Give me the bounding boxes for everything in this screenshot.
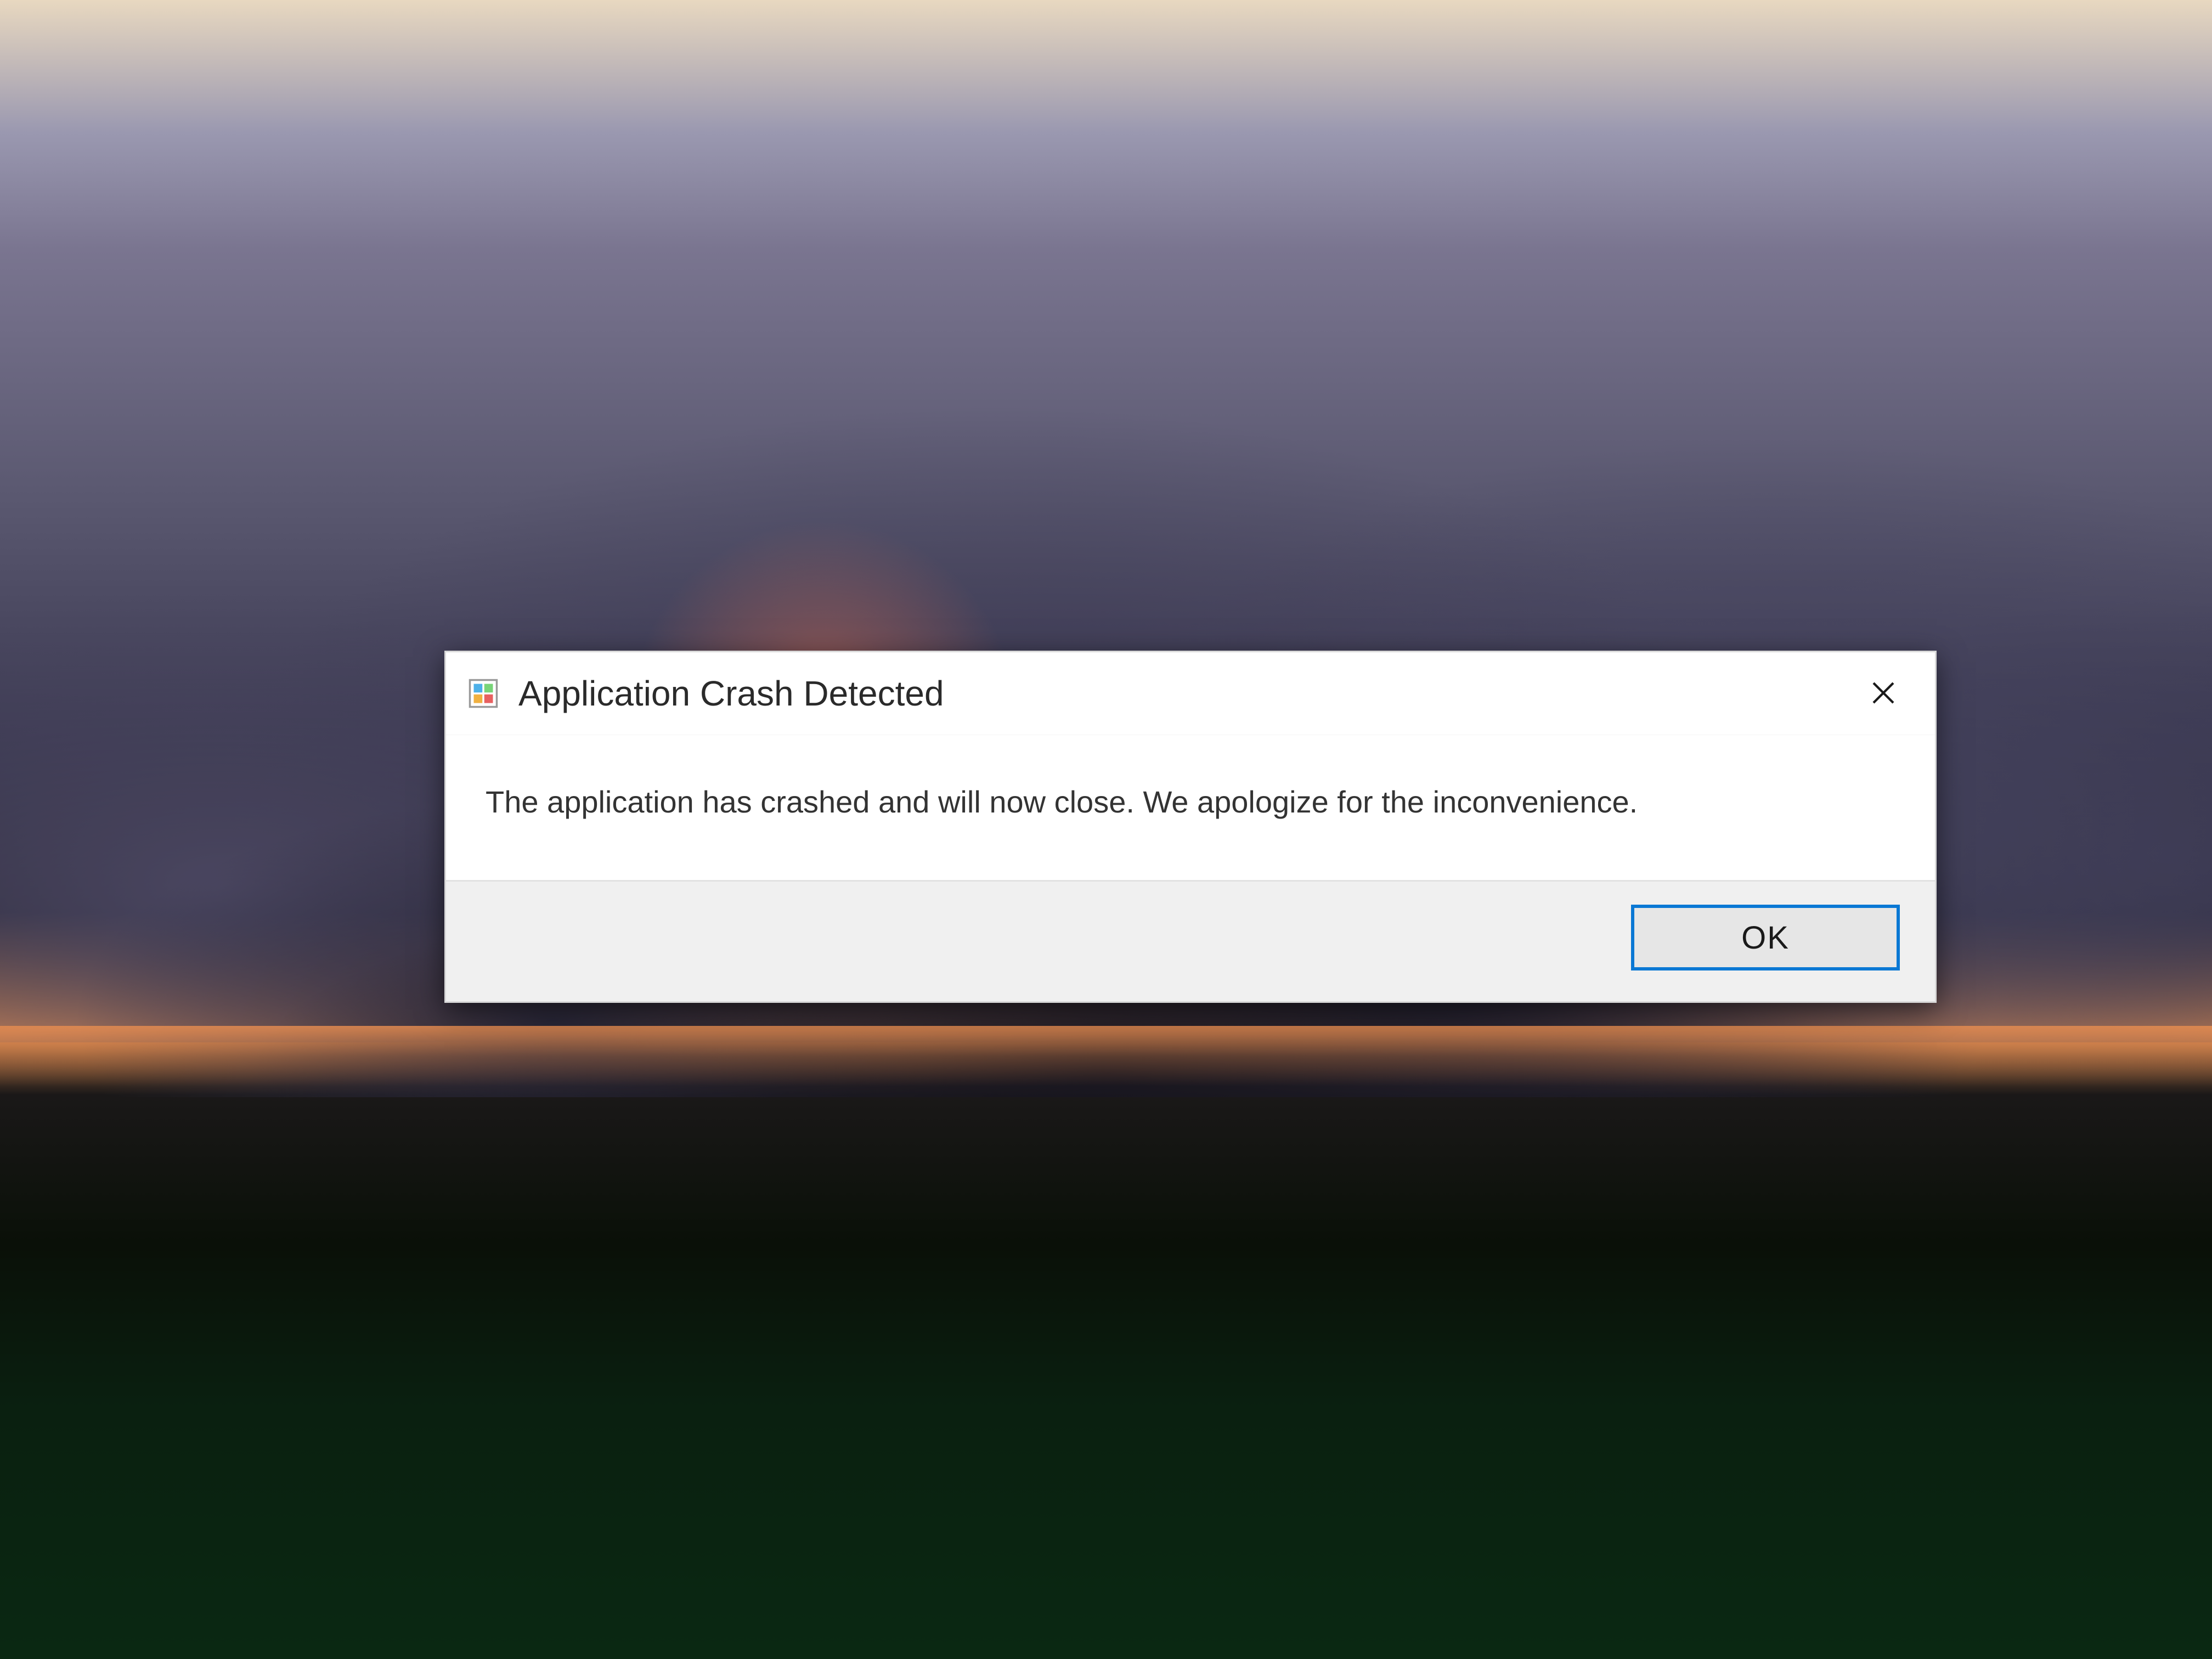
crash-dialog: Application Crash Detected The applicati… — [444, 651, 1937, 1003]
dialog-message: The application has crashed and will now… — [486, 785, 1638, 819]
application-icon — [468, 678, 499, 709]
close-button[interactable] — [1845, 666, 1922, 721]
close-icon — [1870, 680, 1897, 708]
dialog-titlebar[interactable]: Application Crash Detected — [446, 652, 1935, 735]
dialog-body: The application has crashed and will now… — [446, 735, 1935, 880]
ok-button[interactable]: OK — [1631, 905, 1900, 970]
dialog-footer: OK — [446, 880, 1935, 1001]
dialog-title: Application Crash Detected — [518, 673, 1845, 714]
wallpaper-horizon — [0, 1026, 2212, 1086]
